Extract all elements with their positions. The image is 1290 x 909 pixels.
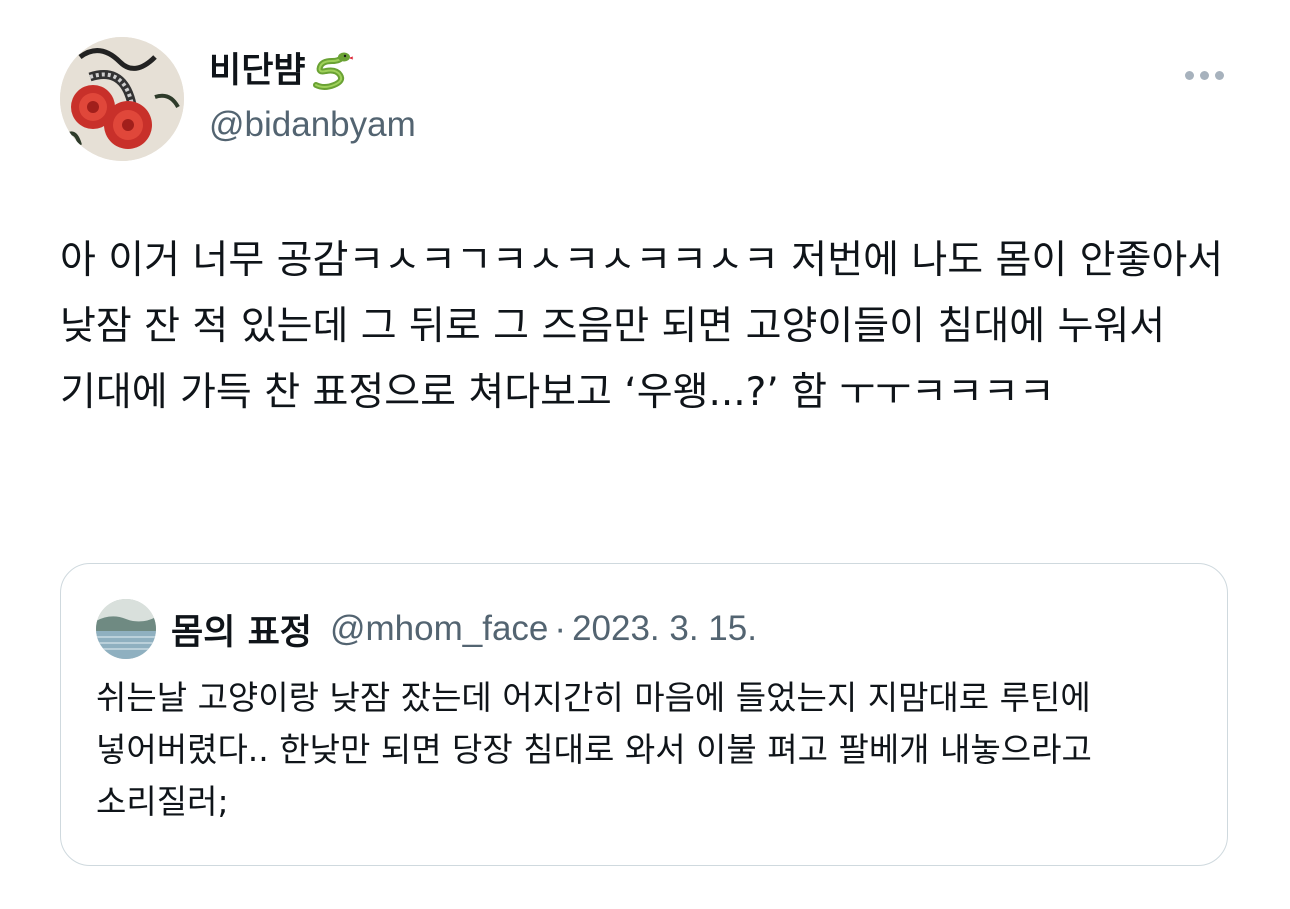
snake-icon <box>310 49 354 93</box>
author-name[interactable]: 비단뱜 <box>209 47 354 95</box>
separator-dot: · <box>554 609 567 648</box>
author-avatar[interactable] <box>60 37 184 161</box>
more-dots-icon <box>1199 70 1209 80</box>
quoted-tweet-text: 쉬는날 고양이랑 낮잠 잤는데 어지간히 마음에 들었는지 지맘대로 루틴에 넣… <box>96 678 1103 821</box>
quoted-author-avatar[interactable] <box>96 599 156 659</box>
quoted-author-name: 몸의 표정 <box>171 612 312 653</box>
quoted-author-handle: @mhom_face <box>330 609 549 648</box>
more-options-button[interactable] <box>1176 58 1232 92</box>
quoted-tweet[interactable]: 몸의 표정 @mhom_face · 2023. 3. 15. 쉬는날 고양이랑… <box>60 563 1228 866</box>
author-handle[interactable]: @bidanbyam <box>209 102 416 148</box>
quoted-tweet-date: 2023. 3. 15. <box>572 609 757 648</box>
tweet: 비단뱜 @bidanbyam 아 이거 너무 공감ㅋㅅㅋㄱㅋㅅㅋㅅㅋㅋㅅㅋ 저번… <box>0 0 1290 909</box>
more-dots-icon <box>1184 70 1194 80</box>
more-dots-icon <box>1214 70 1224 80</box>
tweet-text: 아 이거 너무 공감ㅋㅅㅋㄱㅋㅅㅋㅅㅋㅋㅅㅋ 저번에 나도 몸이 안좋아서 낮잠… <box>60 238 1236 415</box>
quoted-tweet-header: 몸의 표정 @mhom_face · 2023. 3. 15. <box>171 606 757 653</box>
author-display-name: 비단뱜 <box>209 51 306 91</box>
